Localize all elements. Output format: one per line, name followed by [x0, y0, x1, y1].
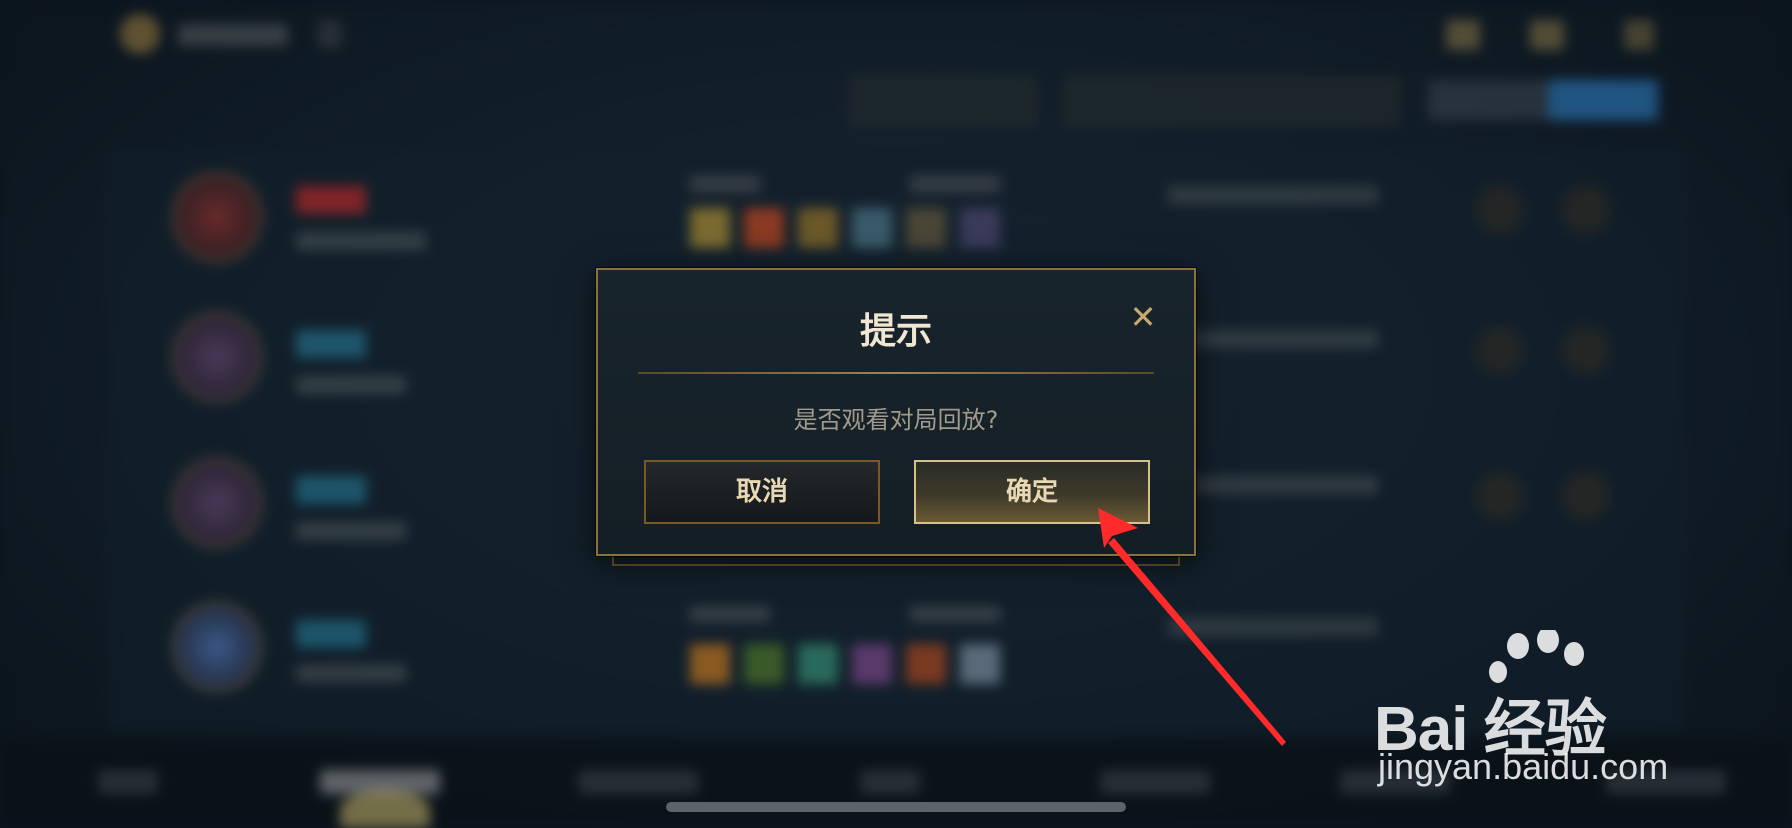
row-meta	[690, 176, 760, 192]
header-icon-2	[1530, 20, 1564, 50]
replay-icon	[1476, 326, 1524, 374]
header-title-placeholder	[178, 24, 288, 46]
help-icon	[318, 20, 342, 48]
header-icon-1	[1446, 20, 1480, 50]
mode-label	[296, 664, 406, 682]
item-slot	[960, 644, 1000, 684]
dialog-title: 提示	[859, 311, 932, 352]
tab	[1100, 770, 1210, 794]
replay-icon	[1476, 472, 1524, 520]
replay-icon	[1476, 186, 1524, 234]
result-label	[296, 186, 366, 214]
row-stats	[1168, 186, 1378, 204]
toggle-right	[1548, 80, 1658, 120]
tab	[98, 770, 158, 794]
share-icon	[1562, 186, 1610, 234]
avatar	[172, 602, 262, 692]
item-slot	[690, 644, 730, 684]
home-indicator[interactable]	[666, 802, 1126, 812]
filter-button	[852, 78, 1034, 124]
baidu-watermark: Bai 经验 jingyan.baidu.com	[1374, 630, 1704, 790]
mode-label	[296, 376, 406, 394]
row-stats	[1168, 476, 1378, 494]
item-slot	[744, 208, 784, 248]
avatar	[172, 312, 262, 402]
game-logo	[120, 14, 160, 54]
item-slot	[798, 208, 838, 248]
avatar	[172, 458, 262, 548]
dialog-message: 是否观看对局回放?	[793, 406, 999, 434]
watermark-url: jingyan.baidu.com	[1378, 746, 1669, 787]
tab	[578, 770, 698, 794]
result-label	[296, 330, 366, 358]
share-icon	[1562, 472, 1610, 520]
cancel-button[interactable]: 取消	[644, 460, 880, 524]
filter-dropdown	[1066, 78, 1398, 124]
avatar	[172, 172, 262, 262]
item-slot	[960, 208, 1000, 248]
item-slot	[798, 644, 838, 684]
row-time	[910, 176, 1000, 192]
row-stats	[1168, 330, 1378, 348]
item-slot	[906, 644, 946, 684]
row-meta	[690, 606, 770, 622]
row-time	[910, 606, 1000, 622]
active-tab-glow	[340, 790, 430, 828]
header-icon-3	[1624, 20, 1654, 50]
result-label	[296, 620, 366, 648]
confirm-button[interactable]: 确定	[914, 460, 1150, 524]
item-slot	[690, 208, 730, 248]
item-slot	[852, 644, 892, 684]
item-slot	[852, 208, 892, 248]
toggle-left	[1428, 80, 1548, 120]
item-slot	[906, 208, 946, 248]
screen: 提示 ✕ 是否观看对局回放? 取消 确定 Bai 经验 jingyan.baid…	[0, 0, 1792, 828]
close-icon[interactable]: ✕	[1128, 301, 1158, 333]
tab	[860, 770, 920, 794]
replay-confirm-dialog: 提示 ✕ 是否观看对局回放? 取消 确定	[596, 268, 1196, 556]
row-stats	[1168, 618, 1378, 636]
mode-label	[296, 232, 426, 250]
mode-label	[296, 522, 406, 540]
dialog-divider	[638, 372, 1154, 374]
item-slot	[744, 644, 784, 684]
share-icon	[1562, 326, 1610, 374]
result-label	[296, 476, 366, 504]
